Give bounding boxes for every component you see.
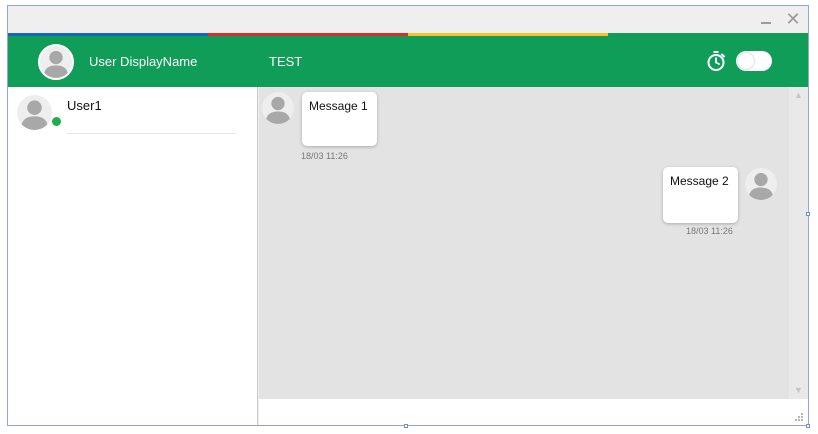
contact-item[interactable]: User1: [8, 87, 258, 135]
scroll-down-icon[interactable]: ▼: [793, 385, 804, 396]
resize-handle-right[interactable]: [806, 212, 810, 216]
message-scrollbar[interactable]: ▲ ▼: [789, 87, 808, 399]
message-composer: [259, 399, 808, 425]
settings-toggle[interactable]: [736, 51, 772, 71]
message-timestamp: 18/03 11:26: [301, 151, 348, 161]
chat-window: ✕ User DisplayName TEST User1 Message 1 …: [7, 5, 809, 426]
user-avatar[interactable]: [38, 44, 74, 80]
resize-grip-icon[interactable]: [794, 412, 804, 422]
sender-avatar: [262, 92, 294, 124]
minimize-icon[interactable]: [758, 11, 774, 27]
person-icon: [20, 100, 49, 130]
resize-handle-bottom[interactable]: [404, 424, 408, 428]
close-icon[interactable]: ✕: [785, 10, 801, 28]
toggle-knob: [738, 53, 754, 69]
conversation-title: TEST: [269, 54, 303, 69]
user-display-name: User DisplayName: [89, 54, 198, 69]
message-bubble-incoming: Message 1: [302, 92, 377, 146]
message-timestamp: 18/03 11:26: [686, 226, 733, 236]
message-input[interactable]: [265, 403, 785, 421]
contact-avatar: [17, 95, 52, 130]
resize-handle-corner[interactable]: [806, 424, 810, 428]
person-icon: [265, 96, 291, 124]
sender-avatar: [745, 168, 777, 200]
person-icon: [748, 172, 774, 200]
title-bar: ✕: [8, 6, 808, 33]
timer-icon[interactable]: [705, 50, 727, 72]
contact-name: User1: [67, 98, 102, 113]
scroll-up-icon[interactable]: ▲: [793, 90, 804, 101]
message-area: Message 1 18/03 11:26 Message 2 18/03 11…: [259, 87, 789, 399]
contacts-sidebar: User1: [8, 87, 258, 425]
online-status-badge: [51, 116, 62, 127]
header-bar: User DisplayName TEST: [8, 36, 808, 87]
contact-divider: [67, 133, 236, 134]
message-bubble-outgoing: Message 2: [663, 167, 738, 223]
person-icon: [43, 50, 69, 78]
